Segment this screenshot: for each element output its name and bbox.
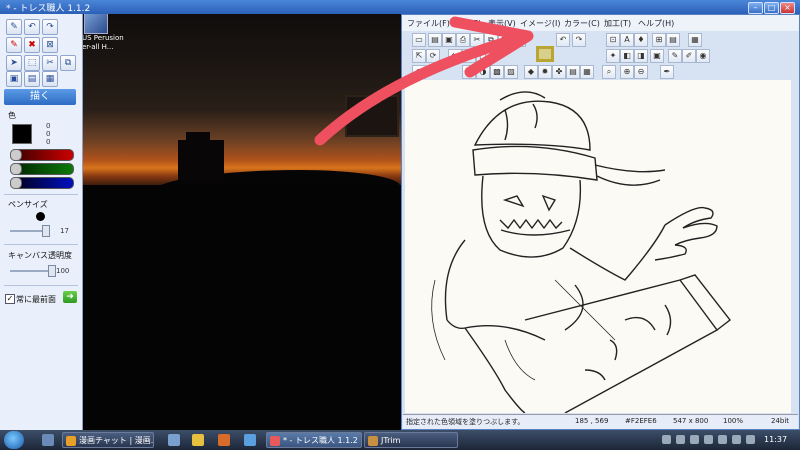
task-jtrim[interactable]: JTrim	[364, 432, 458, 448]
jtrim-icon	[368, 436, 378, 446]
taskbar: 漫画チャット | 漫画... * - トレス職人 1.1.2 JTrim 11:…	[0, 430, 800, 450]
annotation-arrow	[314, 16, 534, 146]
browser-icon	[66, 436, 76, 446]
quicklaunch-icon-2[interactable]	[168, 434, 180, 446]
task-trace-tool-label: * - トレス職人 1.1.2	[283, 436, 358, 445]
quicklaunch-icon-1[interactable]	[42, 434, 54, 446]
tray-icon-3[interactable]	[690, 435, 699, 444]
network-icon[interactable]	[746, 435, 755, 444]
task-trace-tool[interactable]: * - トレス職人 1.1.2	[266, 432, 362, 448]
clock: 11:37	[764, 435, 788, 444]
task-browser-label: 漫画チャット | 漫画...	[79, 436, 154, 445]
quicklaunch-icon-5[interactable]	[244, 434, 256, 446]
quicklaunch-icon-3[interactable]	[192, 434, 204, 446]
trace-app-icon	[270, 436, 280, 446]
start-button[interactable]	[4, 431, 24, 449]
task-browser[interactable]: 漫画チャット | 漫画...	[62, 432, 154, 448]
tray-icon-1[interactable]	[662, 435, 671, 444]
arrow-stroke	[314, 16, 534, 146]
task-jtrim-label: JTrim	[381, 436, 401, 445]
tray-icon-5[interactable]	[718, 435, 727, 444]
volume-icon[interactable]	[732, 435, 741, 444]
quicklaunch-icon-4[interactable]	[218, 434, 230, 446]
tray-icon-2[interactable]	[676, 435, 685, 444]
tray-icon-4[interactable]	[704, 435, 713, 444]
